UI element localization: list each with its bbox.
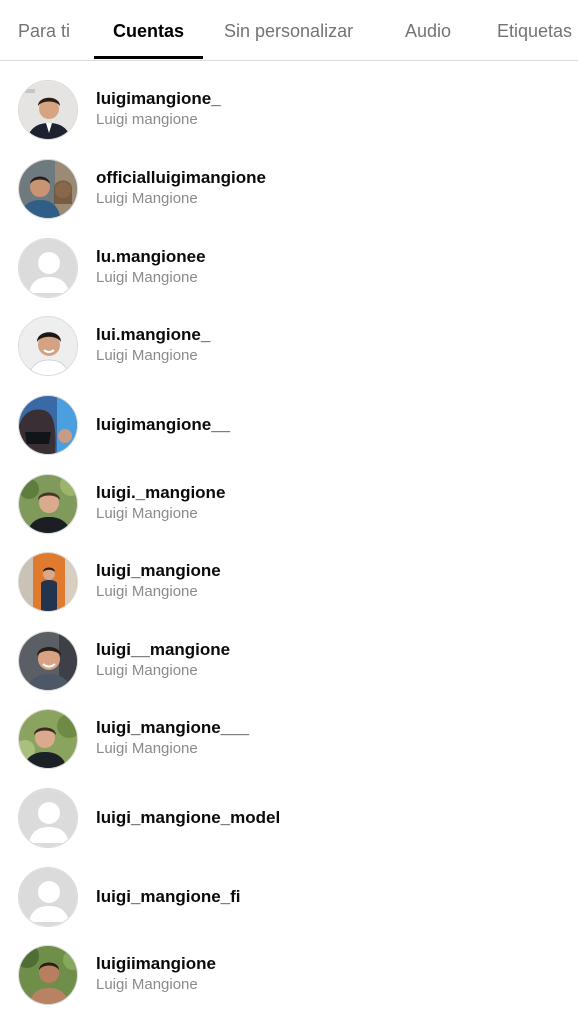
list-item[interactable]: luigimangione__ (0, 386, 578, 464)
account-text: luigi_mangione_model (96, 807, 280, 829)
username: luigimangione_ (96, 89, 221, 108)
tab-etiquetas[interactable]: Etiquetas (497, 0, 572, 60)
avatar (18, 631, 78, 691)
username: luigi__mangione (96, 640, 231, 659)
tab-audio[interactable]: Audio (405, 0, 451, 60)
default-avatar-icon (18, 867, 78, 927)
list-item[interactable]: lu.mangionee Luigi Mangione (0, 229, 578, 307)
account-text: officialluigimangione Luigi Mangione (96, 167, 266, 209)
account-text: lu.mangionee Luigi Mangione (96, 246, 206, 288)
list-item[interactable]: luigi_mangione___ Luigi Mangione (0, 700, 578, 778)
list-item[interactable]: luigi._mangione Luigi Mangione (0, 465, 578, 543)
default-avatar-icon (18, 238, 78, 298)
default-avatar-icon (18, 788, 78, 848)
list-item[interactable]: luigi_mangione_model (0, 779, 578, 857)
account-text: luigi__mangione Luigi Mangione (96, 639, 230, 681)
full-name: Luigi Mangione (96, 347, 198, 364)
tab-para-ti[interactable]: Para ti (18, 0, 70, 60)
account-text: luigi._mangione Luigi Mangione (96, 482, 225, 524)
account-text: luigimangione_ Luigi mangione (96, 88, 221, 130)
full-name: Luigi Mangione (96, 662, 198, 679)
avatar (18, 945, 78, 1005)
search-tabs: Para ti Cuentas Sin personalizar Audio E… (0, 0, 578, 61)
username: luigi_mangione (96, 561, 221, 580)
tab-sin-personalizar[interactable]: Sin personalizar (224, 0, 353, 60)
full-name: Luigi Mangione (96, 976, 198, 993)
username: lui.mangione_ (96, 325, 211, 344)
account-text: luigi_mangione_fi (96, 886, 241, 908)
avatar (18, 316, 78, 376)
avatar (18, 709, 78, 769)
list-item[interactable]: luigi_mangione Luigi Mangione (0, 543, 578, 621)
account-text: luigi_mangione___ Luigi Mangione (96, 717, 249, 759)
full-name: Luigi Mangione (96, 740, 198, 757)
account-results-list: luigimangione_ Luigi mangione officiallu… (0, 0, 578, 1005)
account-text: lui.mangione_ Luigi Mangione (96, 324, 210, 366)
list-item[interactable]: luigi__mangione Luigi Mangione (0, 622, 578, 700)
avatar (18, 80, 78, 140)
username: officialluigimangione (96, 168, 267, 187)
full-name: Luigi Mangione (96, 583, 198, 600)
account-text: luigi_mangione Luigi Mangione (96, 560, 221, 602)
username: luigimangione__ (96, 415, 231, 434)
full-name: Luigi Mangione (96, 505, 198, 522)
username: luigi_mangione_fi (96, 887, 241, 906)
username: luigiimangione (96, 954, 216, 973)
username: luigi_mangione_model (96, 808, 281, 827)
account-text: luigimangione__ (96, 414, 230, 436)
list-item[interactable]: luigiimangione Luigi Mangione (0, 936, 578, 1014)
avatar (18, 395, 78, 455)
avatar (18, 552, 78, 612)
full-name: Luigi mangione (96, 111, 198, 128)
active-tab-indicator (94, 56, 203, 59)
avatar (18, 474, 78, 534)
username: luigi_mangione___ (96, 718, 250, 737)
tab-cuentas[interactable]: Cuentas (113, 0, 184, 60)
list-item[interactable]: luigi_mangione_fi (0, 858, 578, 936)
list-item[interactable]: luigimangione_ Luigi mangione (0, 71, 578, 149)
avatar (18, 159, 78, 219)
list-item[interactable]: lui.mangione_ Luigi Mangione (0, 307, 578, 385)
username: luigi._mangione (96, 483, 226, 502)
full-name: Luigi Mangione (96, 269, 198, 286)
account-text: luigiimangione Luigi Mangione (96, 953, 216, 995)
list-item[interactable]: officialluigimangione Luigi Mangione (0, 150, 578, 228)
full-name: Luigi Mangione (96, 190, 198, 207)
username: lu.mangionee (96, 247, 206, 266)
